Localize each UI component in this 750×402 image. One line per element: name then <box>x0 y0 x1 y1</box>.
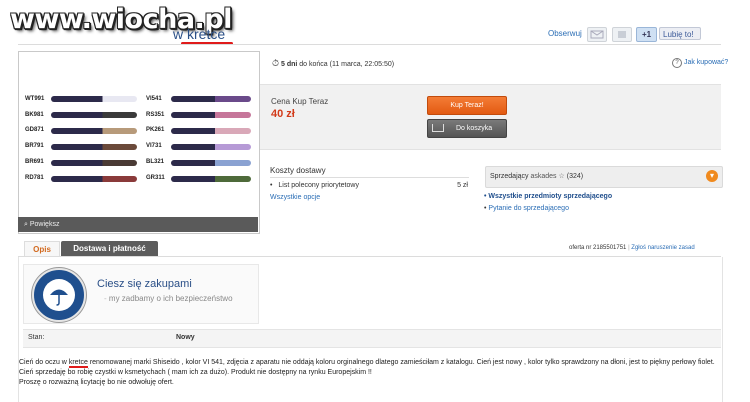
time-left-days: 5 dni <box>280 61 298 68</box>
shade-label: VI731 <box>146 143 162 149</box>
description-keyword: kretce <box>68 359 88 368</box>
description-paragraph: Cień do oczu w kretce renomowanej marki … <box>19 359 715 368</box>
shipping-option-price: 5 zł <box>457 182 468 189</box>
magnifier-icon: ⌕ <box>24 221 28 228</box>
shipping-title: Koszty dostawy <box>270 166 326 175</box>
price-value: 40 zł <box>271 108 295 120</box>
shipping-option-row: • List polecony priorytetowy 5 zł <box>270 182 468 189</box>
seller-name[interactable]: askades <box>530 173 556 180</box>
shade-label: PK261 <box>146 127 165 133</box>
clock-icon: ⏱ <box>272 58 280 68</box>
shade-label: WT991 <box>25 96 45 102</box>
buyer-protection-seal <box>32 268 86 322</box>
pencil-swatch <box>171 160 251 166</box>
item-description: Cień do oczu w kretce renomowanej marki … <box>19 358 719 388</box>
add-to-cart-button[interactable]: Do koszyka <box>427 119 507 138</box>
title-keyword: kretce <box>187 26 226 42</box>
time-left-detail: do końca (11 marca, 22:05:50) <box>299 61 395 68</box>
bullet: • <box>270 182 273 189</box>
offer-number: oferta nr 2185501751 <box>569 245 627 251</box>
chevron-down-icon[interactable]: ▾ <box>706 170 718 182</box>
protection-heading: Ciesz się zakupami <box>97 278 192 290</box>
seller-all-items-label: Wszystkie przedmioty sprzedającego <box>488 193 613 200</box>
time-left: ⏱ 5 dni do końca (11 marca, 22:05:50) <box>272 58 394 69</box>
offer-info: oferta nr 2185501751 | Zgłoś naruszenie … <box>569 245 695 251</box>
all-shipping-options-link[interactable]: Wszystkie opcje <box>270 194 320 201</box>
pencil-swatch <box>51 112 137 118</box>
shade-label: VI541 <box>146 96 162 102</box>
help-icon: ? <box>672 58 682 68</box>
pencil-swatch <box>51 176 137 182</box>
report-link[interactable]: Zgłoś naruszenie zasad <box>631 245 694 251</box>
header-divider <box>18 44 721 45</box>
shade-label: RS351 <box>146 112 165 118</box>
seller-rating: (324) <box>566 173 584 180</box>
tab-delivery-payment[interactable]: Dostawa i płatność <box>61 241 158 256</box>
shade-label: BL321 <box>146 159 165 165</box>
condition-value: Nowy <box>176 334 195 341</box>
how-to-buy-label: Jak kupować? <box>683 59 729 66</box>
pencil-swatch <box>51 160 137 166</box>
ask-seller-label: Pytanie do sprzedającego <box>488 205 569 212</box>
shade-label: GD871 <box>25 127 45 133</box>
protection-subheading-text: my zadbamy o ich bezpieczeństwo <box>108 294 233 303</box>
shade-label: BK981 <box>25 112 44 118</box>
how-to-buy-link[interactable]: ? Jak kupować? <box>672 58 728 68</box>
page-title: w kretce <box>173 26 225 42</box>
seller-info: Sprzedający askades ☆ (324) <box>490 172 583 180</box>
shade-label: BR791 <box>25 143 44 149</box>
pencil-swatch <box>171 176 251 182</box>
gplus-button[interactable]: +1 <box>636 27 657 42</box>
shipping-divider <box>270 177 469 178</box>
pencil-swatch <box>171 96 251 102</box>
observe-link[interactable]: Obserwuj <box>548 29 582 38</box>
protection-subheading: - my zadbamy o ich bezpieczeństwo <box>104 294 233 303</box>
pencil-swatch <box>51 96 137 102</box>
cart-label: Do koszyka <box>455 125 493 132</box>
zoom-bar[interactable]: ⌕ Powiększ <box>18 217 258 232</box>
ask-seller-link[interactable]: • Pytanie do sprzedającego <box>484 205 569 212</box>
seller-all-items-link[interactable]: • Wszystkie przedmioty sprzedającego <box>484 193 612 200</box>
facebook-like-label: Lubię to! <box>663 30 694 39</box>
description-paragraph: Cień sprzedaję bo robię czystki w ksmety… <box>19 369 372 376</box>
condition-label: Stan: <box>28 334 45 341</box>
seller-label: Sprzedający <box>490 173 529 180</box>
product-image[interactable]: WT991 BK981 GD871 BR791 BR691 RD781 VI54… <box>18 51 260 234</box>
price-label: Cena Kup Teraz <box>271 97 329 106</box>
shipping-option-label: List polecony priorytetowy <box>278 182 359 189</box>
bullet: • <box>484 205 487 212</box>
shade-label: GR311 <box>146 175 165 181</box>
cart-icon <box>432 124 444 133</box>
print-icon[interactable] <box>612 27 632 42</box>
pencil-swatch <box>171 144 251 150</box>
pencil-swatch <box>171 128 251 134</box>
email-share-icon[interactable] <box>587 27 607 42</box>
description-paragraph: Proszę o rozważną licytację bo nie odwoł… <box>19 379 174 386</box>
tab-description[interactable]: Opis <box>24 241 60 257</box>
buy-now-button[interactable]: Kup Teraz! <box>427 96 507 115</box>
pencil-swatch <box>51 128 137 134</box>
pencil-swatch <box>51 144 137 150</box>
shade-label: BR691 <box>25 159 44 165</box>
shade-label: RD781 <box>25 175 44 181</box>
zoom-label: Powiększ <box>29 221 60 228</box>
pencil-swatch <box>171 112 251 118</box>
price-panel <box>260 84 721 150</box>
bullet: • <box>484 193 487 200</box>
condition-row <box>23 329 721 348</box>
star-icon: ☆ <box>558 173 565 180</box>
facebook-like-button[interactable]: Lubię to! <box>659 27 701 40</box>
title-prefix: w <box>173 26 184 42</box>
